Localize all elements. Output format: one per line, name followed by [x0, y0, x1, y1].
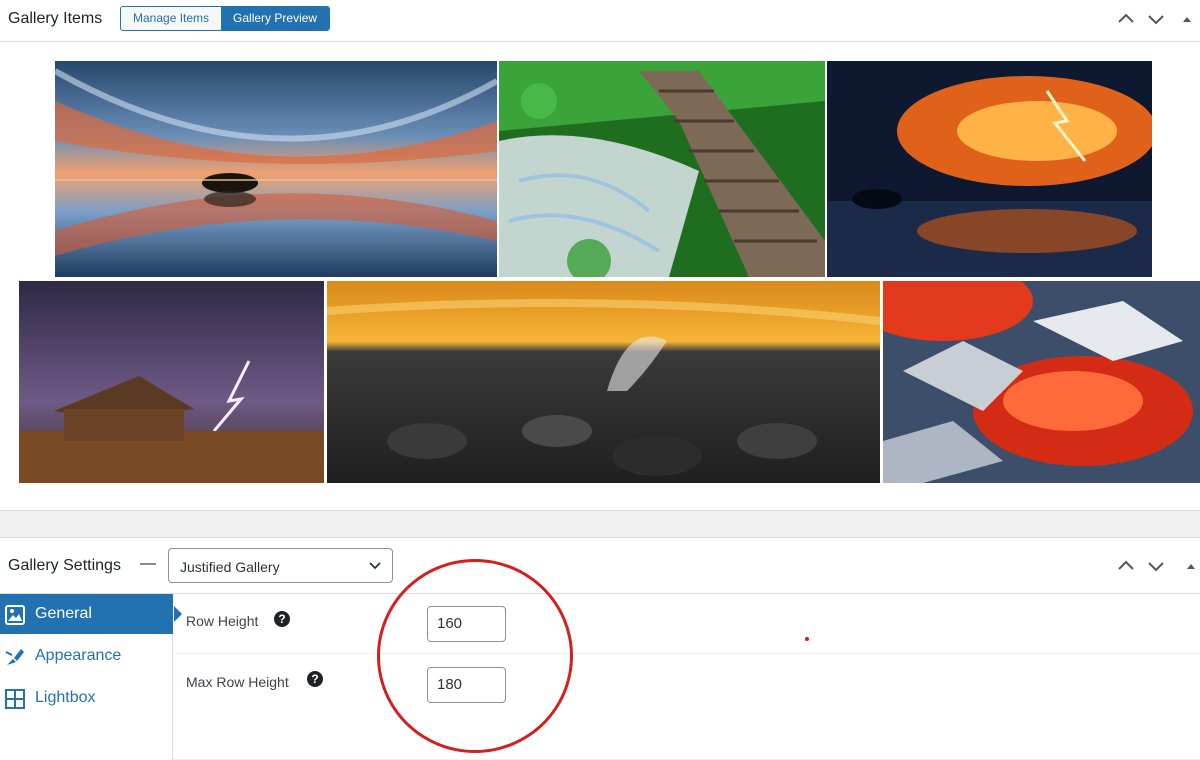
move-down-icon[interactable]	[1146, 557, 1166, 575]
gallery-image-embers[interactable]	[883, 281, 1200, 483]
grid-icon	[5, 689, 25, 709]
gallery-items-panel: Gallery Items Manage Items Gallery Previ…	[0, 0, 1200, 511]
row-height-input[interactable]: 160	[427, 606, 506, 642]
tab-lightbox-label: Lightbox	[35, 689, 96, 706]
settings-title: Gallery Settings	[8, 557, 121, 574]
gallery-type-value: Justified Gallery	[180, 559, 280, 575]
gallery-image-waterfall-boardwalk[interactable]	[499, 61, 825, 277]
gallery-preview-tab[interactable]: Gallery Preview	[221, 7, 330, 30]
collapse-toggle-icon[interactable]	[1180, 10, 1194, 28]
gallery-image-sky-reflection[interactable]	[55, 61, 497, 277]
gallery-image-sunset-shore[interactable]	[327, 281, 880, 483]
tab-lightbox[interactable]: Lightbox	[0, 678, 173, 718]
gallery-items-header: Gallery Items Manage Items Gallery Previ…	[0, 0, 1200, 42]
tab-general-label: General	[35, 605, 92, 622]
tab-appearance[interactable]: Appearance	[0, 636, 173, 676]
image-icon	[5, 605, 25, 625]
max-row-height-field: Max Row Height ? 180	[174, 655, 1200, 715]
move-up-icon[interactable]	[1116, 557, 1136, 575]
move-down-icon[interactable]	[1146, 10, 1166, 28]
max-row-height-label: Max Row Height	[186, 674, 289, 690]
help-icon[interactable]: ?	[307, 671, 323, 687]
help-icon[interactable]: ?	[274, 611, 290, 627]
view-toggle: Manage Items Gallery Preview	[120, 6, 331, 31]
gallery-type-select[interactable]: Justified Gallery	[168, 548, 393, 583]
gallery-settings-header: Gallery Settings — Justified Gallery	[0, 538, 1200, 594]
panel-title: Gallery Items	[8, 10, 103, 27]
collapse-toggle-icon[interactable]	[1184, 557, 1198, 575]
annotation-dot	[805, 637, 809, 641]
settings-tabs: General Appearance Lightbox	[0, 594, 182, 760]
row-height-field: Row Height ? 160	[174, 594, 1200, 654]
gallery-settings-panel: Gallery Settings — Justified Gallery Gen…	[0, 537, 1200, 760]
row-height-label: Row Height	[186, 613, 259, 629]
tab-appearance-label: Appearance	[35, 647, 122, 664]
brush-icon	[5, 649, 24, 665]
manage-items-tab[interactable]: Manage Items	[121, 7, 222, 30]
gallery-image-lightning-barn[interactable]	[19, 281, 324, 483]
chevron-down-icon	[369, 562, 381, 570]
title-separator: —	[140, 555, 156, 572]
max-row-height-input[interactable]: 180	[427, 667, 506, 703]
tab-general[interactable]: General	[0, 594, 182, 634]
gallery-image-fiery-storm[interactable]	[827, 61, 1152, 277]
move-up-icon[interactable]	[1116, 10, 1136, 28]
